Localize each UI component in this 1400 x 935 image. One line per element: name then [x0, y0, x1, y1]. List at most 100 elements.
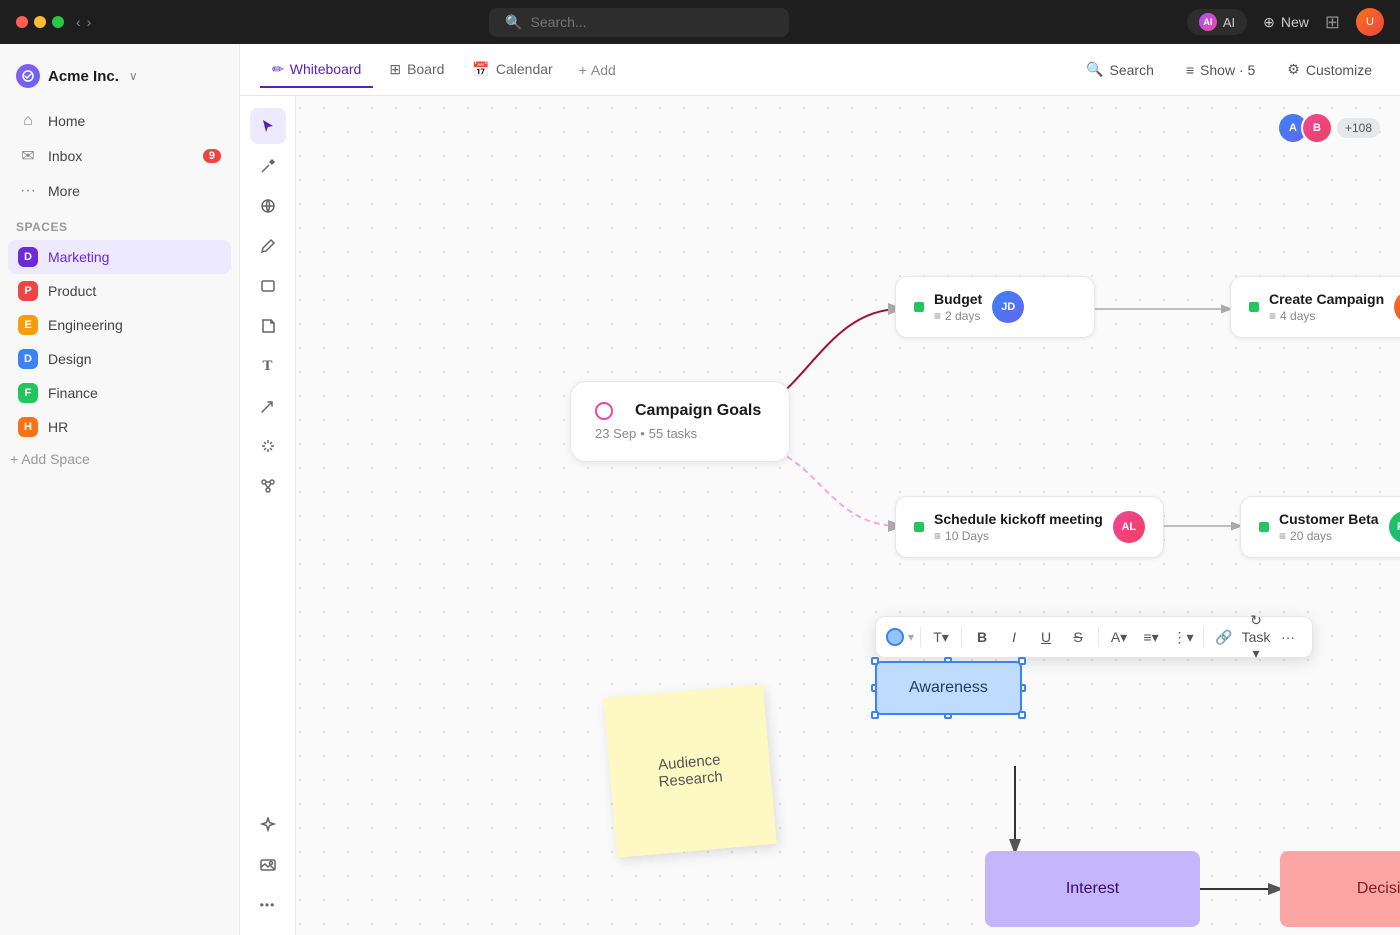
design-dot: D [18, 349, 38, 369]
whiteboard-canvas[interactable]: T [240, 96, 1400, 935]
tool-connect[interactable] [250, 468, 286, 504]
design-label: Design [48, 351, 92, 367]
tool-sparkles[interactable] [250, 807, 286, 843]
new-label: New [1281, 14, 1309, 30]
font-color-button[interactable]: A▾ [1105, 623, 1133, 651]
sidebar-item-finance[interactable]: F Finance [8, 376, 231, 410]
budget-meta: ≡ 2 days [934, 309, 982, 323]
global-search-input[interactable] [531, 14, 774, 30]
tab-board[interactable]: ⊞ Board [377, 53, 456, 88]
brand-icon [16, 64, 40, 88]
interest-box[interactable]: Interest [985, 851, 1200, 927]
grid-icon[interactable]: ⊞ [1325, 12, 1340, 33]
sticky-note[interactable]: Audience Research [603, 684, 776, 857]
tool-pen[interactable] [250, 228, 286, 264]
customize-icon: ⚙ [1287, 61, 1300, 78]
create-campaign-meta: ≡ 4 days [1269, 309, 1384, 323]
global-search-bar[interactable]: 🔍 [489, 8, 789, 37]
show-button[interactable]: ≡ Show · 5 [1178, 58, 1263, 82]
sidebar-item-hr[interactable]: H HR [8, 410, 231, 444]
list-button[interactable]: ⋮▾ [1169, 623, 1197, 651]
add-tab-label: Add [591, 62, 616, 78]
tool-note[interactable] [250, 308, 286, 344]
tab-whiteboard[interactable]: ✏ Whiteboard [260, 53, 373, 88]
search-action-button[interactable]: 🔍 Search [1078, 57, 1162, 82]
new-button[interactable]: ⊕ New [1263, 14, 1309, 31]
forward-button[interactable]: › [87, 14, 92, 30]
tool-cursor[interactable] [250, 108, 286, 144]
align-button[interactable]: ≡▾ [1137, 623, 1165, 651]
tool-globe[interactable] [250, 188, 286, 224]
marketing-label: Marketing [48, 249, 109, 265]
content-area: ✏ Whiteboard ⊞ Board 📅 Calendar + Add [240, 44, 1400, 935]
window-controls [16, 16, 64, 28]
tool-rect[interactable] [250, 268, 286, 304]
app-container: ‹ › 🔍 AI AI ⊕ New ⊞ U [0, 0, 1400, 935]
tab-calendar[interactable]: 📅 Calendar [460, 53, 564, 88]
link-button[interactable]: 🔗 [1210, 623, 1238, 651]
sidebar: Acme Inc. ∨ ⌂ Home ✉ Inbox 9 ··· More S [0, 44, 240, 935]
user-avatar-main[interactable]: U [1356, 8, 1384, 36]
italic-button[interactable]: I [1000, 623, 1028, 651]
sidebar-item-inbox[interactable]: ✉ Inbox 9 [8, 138, 231, 174]
divider-1 [920, 627, 921, 647]
finance-dot: F [18, 383, 38, 403]
campaign-goals-meta: 23 Sep • 55 tasks [595, 426, 765, 441]
underline-button[interactable]: U [1032, 623, 1060, 651]
format-toolbar: ▾ T▾ B I U S A▾ ≡▾ ⋮▾ 🔗 ↻ Task ▾ ··· [875, 616, 1313, 658]
whiteboard-tab-label: Whiteboard [290, 61, 362, 77]
tool-arrow[interactable] [250, 388, 286, 424]
customer-beta-node[interactable]: Customer Beta ≡ 20 days PK [1240, 496, 1400, 558]
calendar-tab-label: Calendar [496, 61, 553, 77]
color-dropdown-icon[interactable]: ▾ [908, 630, 914, 644]
bold-button[interactable]: B [968, 623, 996, 651]
minimize-button[interactable] [34, 16, 46, 28]
tool-text[interactable]: T [250, 348, 286, 384]
awareness-selection-container: Awareness [875, 661, 1022, 715]
color-picker[interactable] [886, 628, 904, 646]
decision-box[interactable]: Decision [1280, 851, 1400, 927]
tool-magic[interactable] [250, 148, 286, 184]
customize-button[interactable]: ⚙ Customize [1279, 57, 1380, 82]
schedule-avatar: AL [1113, 511, 1145, 543]
decision-label: Decision [1357, 880, 1400, 898]
add-space-label: + Add Space [10, 451, 90, 467]
strikethrough-button[interactable]: S [1064, 623, 1092, 651]
task-button[interactable]: ↻ Task ▾ [1242, 623, 1270, 651]
interest-label: Interest [1066, 880, 1119, 898]
tabs: ✏ Whiteboard ⊞ Board 📅 Calendar + Add [260, 53, 626, 87]
awareness-box[interactable]: Awareness [875, 661, 1022, 715]
campaign-goals-node[interactable]: Campaign Goals 23 Sep • 55 tasks [570, 381, 790, 462]
tool-image[interactable] [250, 847, 286, 883]
text-size-button[interactable]: T▾ [927, 623, 955, 651]
divider-2 [961, 627, 962, 647]
sidebar-item-engineering[interactable]: E Engineering [8, 308, 231, 342]
add-space-button[interactable]: + Add Space [0, 444, 239, 474]
maximize-button[interactable] [52, 16, 64, 28]
sticky-note-text: Audience Research [629, 749, 752, 793]
close-button[interactable] [16, 16, 28, 28]
add-tab-button[interactable]: + Add [569, 54, 626, 86]
sidebar-item-product[interactable]: P Product [8, 274, 231, 308]
create-campaign-node[interactable]: Create Campaign ≡ 4 days MK [1230, 276, 1400, 338]
marketing-dot: D [18, 247, 38, 267]
sidebar-item-design[interactable]: D Design [8, 342, 231, 376]
ai-button[interactable]: AI AI [1187, 9, 1247, 35]
budget-node[interactable]: Budget ≡ 2 days JD [895, 276, 1095, 338]
more-format-button[interactable]: ··· [1274, 623, 1302, 651]
product-label: Product [48, 283, 96, 299]
back-button[interactable]: ‹ [76, 14, 81, 30]
arrows-layer [240, 96, 1400, 935]
tool-more[interactable]: ••• [250, 887, 286, 923]
tool-sparkle[interactable] [250, 428, 286, 464]
board-tab-icon: ⊞ [389, 61, 401, 78]
budget-title: Budget [934, 291, 982, 307]
title-bar-left: ‹ › [16, 14, 91, 30]
create-campaign-dot [1249, 302, 1259, 312]
sidebar-brand[interactable]: Acme Inc. ∨ [0, 56, 239, 104]
schedule-kickoff-node[interactable]: Schedule kickoff meeting ≡ 10 Days AL [895, 496, 1164, 558]
sidebar-item-more[interactable]: ··· More [8, 174, 231, 208]
sidebar-item-marketing[interactable]: D Marketing [8, 240, 231, 274]
sidebar-item-home[interactable]: ⌂ Home [8, 104, 231, 138]
spaces-list: D Marketing P Product E Engineering D De… [0, 240, 239, 444]
